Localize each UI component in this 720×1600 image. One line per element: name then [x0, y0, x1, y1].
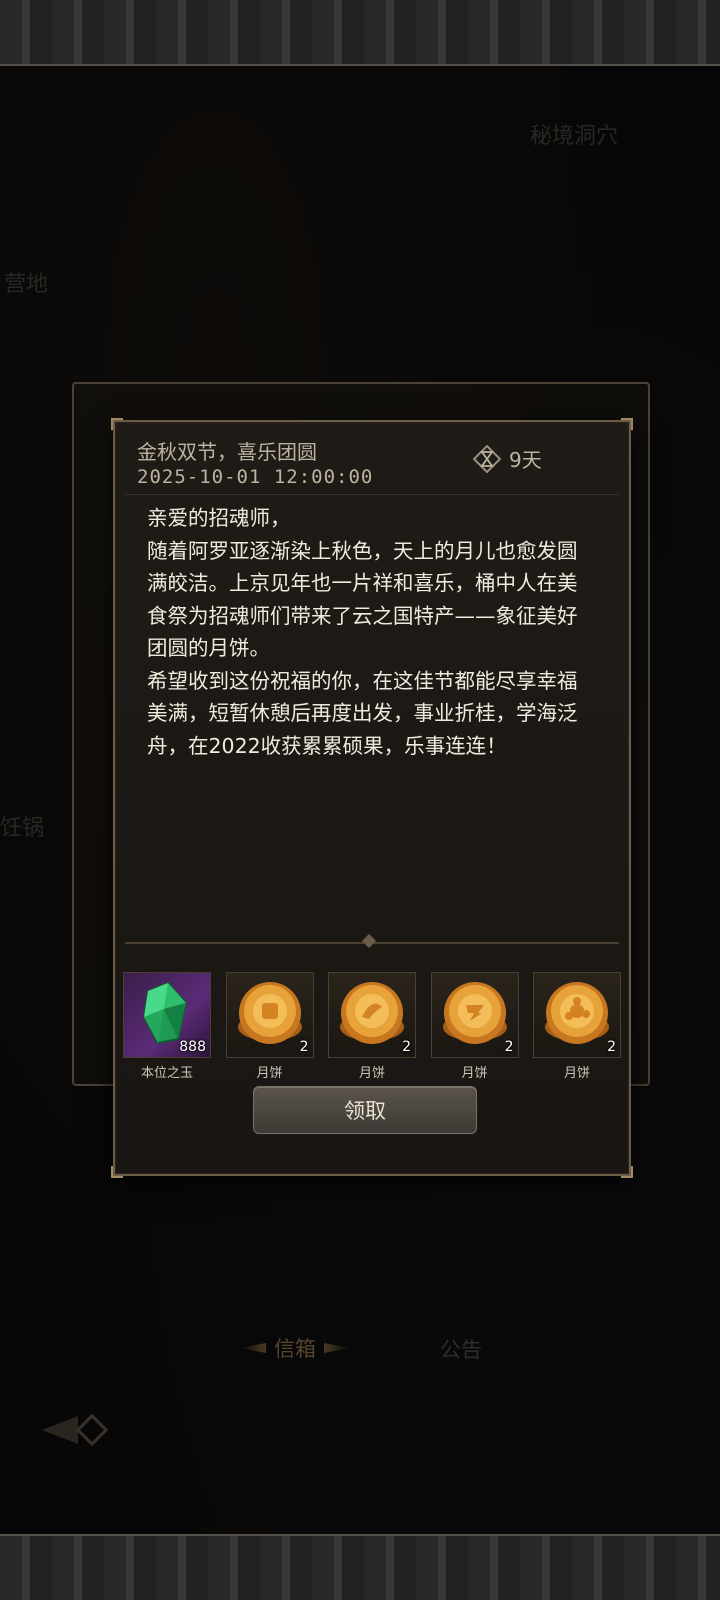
expire-text: 9天: [509, 448, 542, 472]
reward-list: 888 本位之玉 2 月饼 2 月饼 2 月饼 2 月饼: [123, 972, 621, 1081]
corner-ornament: [111, 1166, 123, 1178]
divider-ornament: [361, 933, 377, 949]
tab-ornament-left: [240, 1343, 266, 1353]
header-divider: [125, 494, 619, 495]
tab-mailbox-label: 信箱: [274, 1337, 316, 1361]
corner-ornament: [621, 1166, 633, 1178]
mail-title: 金秋双节，喜乐团圆: [137, 440, 317, 464]
reward-slot: 2: [430, 972, 519, 1058]
reward-count: 2: [504, 1039, 514, 1055]
tab-ornament-right: [324, 1343, 350, 1353]
reward-item[interactable]: 2 月饼: [533, 972, 621, 1081]
mail-tabs: 信箱 公告: [0, 1320, 720, 1376]
corner-ornament: [111, 418, 123, 430]
reward-item[interactable]: 2 月饼: [225, 972, 314, 1081]
expire-timer: 9天: [473, 444, 542, 473]
back-arrow-icon: [42, 1413, 109, 1447]
reward-slot: 888: [123, 972, 211, 1058]
reward-name: 月饼: [358, 1066, 385, 1081]
reward-name: 月饼: [256, 1066, 283, 1081]
reward-item[interactable]: 2 月饼: [328, 972, 416, 1081]
reward-name: 月饼: [563, 1066, 590, 1081]
reward-count: 888: [179, 1039, 206, 1055]
mail-date: 2025-10-01 12:00:00: [137, 466, 374, 488]
reward-slot: 2: [328, 972, 416, 1058]
bottom-frame-border: [0, 1534, 720, 1600]
reward-count: 2: [299, 1039, 309, 1055]
hourglass-icon: [473, 444, 501, 473]
corner-ornament: [621, 418, 633, 430]
reward-count: 2: [607, 1039, 616, 1055]
tab-mailbox[interactable]: 信箱: [220, 1328, 370, 1368]
top-frame-border: [0, 0, 720, 66]
mail-detail-dialog: 金秋双节，喜乐团圆 2025-10-01 12:00:00 9天 亲爱的招魂师，…: [111, 418, 633, 1178]
reward-count: 2: [402, 1039, 411, 1055]
back-button[interactable]: [38, 1408, 118, 1452]
reward-item[interactable]: 888 本位之玉: [123, 972, 211, 1081]
mail-body: 亲爱的招魂师， 随着阿罗亚逐渐染上秋色，天上的月儿也愈发圆满皎洁。上京见年也一片…: [147, 506, 578, 758]
reward-slot: 2: [225, 972, 314, 1058]
reward-slot: 2: [533, 972, 621, 1058]
claim-button[interactable]: 领取: [253, 1086, 477, 1134]
reward-name: 月饼: [461, 1066, 488, 1081]
reward-name: 本位之玉: [140, 1066, 193, 1081]
reward-item[interactable]: 2 月饼: [430, 972, 519, 1081]
tab-notice[interactable]: 公告: [440, 1334, 482, 1364]
